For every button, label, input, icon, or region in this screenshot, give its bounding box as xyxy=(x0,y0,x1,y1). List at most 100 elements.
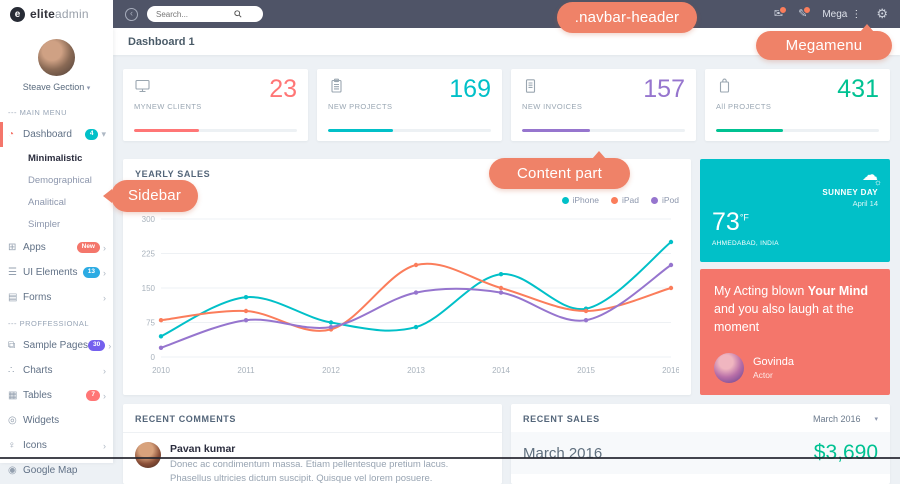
legend-item-ipad[interactable]: iPad xyxy=(611,195,639,205)
month-filter-dropdown[interactable]: March 2016▾ xyxy=(813,414,878,424)
cloud-sun-icon: ☁☼ xyxy=(862,168,878,184)
svg-text:150: 150 xyxy=(142,284,156,293)
compose-icon[interactable]: ✎ xyxy=(798,9,807,20)
sidebar-item-analitical[interactable]: Analitical xyxy=(0,191,113,213)
navbar: ‹ ✉ ✎ Mega⋮ ⚙ xyxy=(113,0,900,28)
chart-legend: iPhone iPad iPod xyxy=(135,195,679,205)
annotation-content-part: Content part xyxy=(489,158,630,189)
progress-bar xyxy=(134,129,297,132)
weather-location: AHMEDABAD, INDIA xyxy=(712,240,878,247)
user-avatar xyxy=(38,39,75,76)
progress-bar xyxy=(522,129,685,132)
progress-bar xyxy=(716,129,879,132)
weather-widget[interactable]: ☁☼ SUNNEY DAY April 14 73°F AHMEDABAD, I… xyxy=(700,159,890,262)
svg-text:300: 300 xyxy=(142,215,156,224)
charts-icon: ∴ xyxy=(8,365,23,376)
notification-dot xyxy=(779,6,787,14)
navbar-right: ✉ ✎ Mega⋮ ⚙ xyxy=(774,6,888,22)
annotation-navbar-header: .navbar-header xyxy=(557,2,697,33)
quote-widget[interactable]: My Acting blown Your Mind and you also l… xyxy=(700,269,890,395)
svg-text:0: 0 xyxy=(151,353,156,362)
logo-icon: e xyxy=(10,7,25,22)
sidebar-item-icons[interactable]: ♀ Icons › xyxy=(0,433,113,458)
stat-card-all-projects[interactable]: 431 All PROJECTS xyxy=(705,69,890,141)
chevron-right-icon: › xyxy=(108,341,111,351)
comment-author: Pavan kumar xyxy=(170,443,490,455)
stat-card-new-clients[interactable]: 23 MYNEW CLIENTS xyxy=(123,69,308,141)
top-navbar: e eliteadmin ‹ ✉ ✎ Mega⋮ ⚙ xyxy=(0,0,900,28)
sidebar-item-charts[interactable]: ∴ Charts › xyxy=(0,358,113,383)
sidebar-item-minimalistic[interactable]: Minimalistic xyxy=(0,147,113,169)
legend-dot xyxy=(611,197,618,204)
sidebar-item-demographical[interactable]: Demographical xyxy=(0,169,113,191)
apps-icon: ⊞ xyxy=(8,242,23,253)
logo[interactable]: e eliteadmin xyxy=(0,0,113,28)
sidebar-item-ui-elements[interactable]: ☰ UI Elements 13 › xyxy=(0,260,113,285)
sidebar-item-tables[interactable]: ▦ Tables 7 › xyxy=(0,383,113,408)
clipboard-icon xyxy=(328,78,345,99)
yearly-sales-panel: YEARLY SALES iPhone iPad iPod 0751502253… xyxy=(123,159,691,395)
sidebar-item-forms[interactable]: ▤ Forms › xyxy=(0,285,113,310)
badge: 30 xyxy=(88,340,105,351)
map-pin-icon: ◉ xyxy=(8,465,23,476)
stat-card-new-projects[interactable]: 169 NEW PROJECTS xyxy=(317,69,502,141)
quote-author: Govinda xyxy=(753,356,794,368)
icons-icon: ♀ xyxy=(8,440,23,451)
sidebar-item-sample-pages[interactable]: ⧉ Sample Pages 30 › xyxy=(0,333,113,358)
screenshot-edge-line xyxy=(0,457,900,459)
svg-text:2013: 2013 xyxy=(407,366,425,375)
chevron-right-icon: › xyxy=(103,293,106,303)
progress-bar xyxy=(328,129,491,132)
annotation-sidebar: Sidebar xyxy=(111,180,198,212)
quote-avatar xyxy=(714,353,744,383)
user-profile[interactable]: Steave Gection ▾ xyxy=(0,28,113,99)
forms-icon: ▤ xyxy=(8,292,23,303)
legend-item-ipod[interactable]: iPod xyxy=(651,195,679,205)
comment-avatar xyxy=(135,442,161,468)
quote-role: Actor xyxy=(753,370,794,380)
weather-temp: 73°F xyxy=(712,210,878,235)
notification-dot xyxy=(803,6,811,14)
messages-icon[interactable]: ✉ xyxy=(774,9,783,20)
tables-icon: ▦ xyxy=(8,390,23,401)
badge: 4 xyxy=(85,129,99,140)
chevron-down-icon: ▾ xyxy=(101,129,106,140)
pages-icon: ⧉ xyxy=(8,340,23,351)
search-icon xyxy=(234,10,242,18)
sidebar: Steave Gection ▾ --- MAIN MENU ◔ Dashboa… xyxy=(0,28,113,463)
quote-text: My Acting blown Your Mind and you also l… xyxy=(714,282,876,336)
dashboard-icon: ◔ xyxy=(8,129,23,140)
recent-sales-panel: RECENT SALES March 2016▾ March 2016 $3,6… xyxy=(511,404,890,484)
svg-text:225: 225 xyxy=(142,250,156,259)
svg-text:75: 75 xyxy=(146,319,155,328)
comment-text: Donec ac condimentum massa. Etiam pellen… xyxy=(170,458,490,484)
legend-dot xyxy=(651,197,658,204)
brand-name: eliteadmin xyxy=(30,7,89,21)
search-box[interactable] xyxy=(147,6,263,22)
sales-summary-row: March 2016 $3,690 xyxy=(511,432,890,474)
bag-icon xyxy=(716,78,733,99)
sidebar-item-simpler[interactable]: Simpler xyxy=(0,213,113,235)
megamenu-trigger[interactable]: Mega⋮ xyxy=(822,9,861,20)
yearly-sales-chart: 0751502253002010201120122013201420152016 xyxy=(135,209,679,381)
monitor-icon xyxy=(134,78,151,99)
stat-cards-row: 23 MYNEW CLIENTS 169 NEW PROJECTS 157 NE… xyxy=(123,69,890,141)
legend-item-iphone[interactable]: iPhone xyxy=(562,195,599,205)
settings-gear-icon[interactable]: ⚙ xyxy=(876,6,888,22)
sidebar-item-apps[interactable]: ⊞ Apps New › xyxy=(0,235,113,260)
badge: New xyxy=(77,242,100,253)
sidebar-item-widgets[interactable]: ◎ Widgets xyxy=(0,408,113,433)
recent-comments-title: RECENT COMMENTS xyxy=(135,414,236,424)
sidebar-item-dashboard[interactable]: ◔ Dashboard 4 ▾ xyxy=(0,122,113,147)
weather-date: April 14 xyxy=(853,199,878,208)
sidebar-toggle-icon[interactable]: ‹ xyxy=(125,8,138,21)
search-input[interactable] xyxy=(154,9,230,20)
stat-card-new-invoices[interactable]: 157 NEW INVOICES xyxy=(511,69,696,141)
chevron-right-icon: › xyxy=(103,366,106,376)
sidebar-item-google-map[interactable]: ◉ Google Map xyxy=(0,458,113,483)
sidebar-section-main-menu: --- MAIN MENU xyxy=(0,99,113,122)
ui-elements-icon: ☰ xyxy=(8,267,23,278)
svg-text:2015: 2015 xyxy=(577,366,595,375)
chevron-right-icon: › xyxy=(103,391,106,401)
badge: 7 xyxy=(86,390,100,401)
